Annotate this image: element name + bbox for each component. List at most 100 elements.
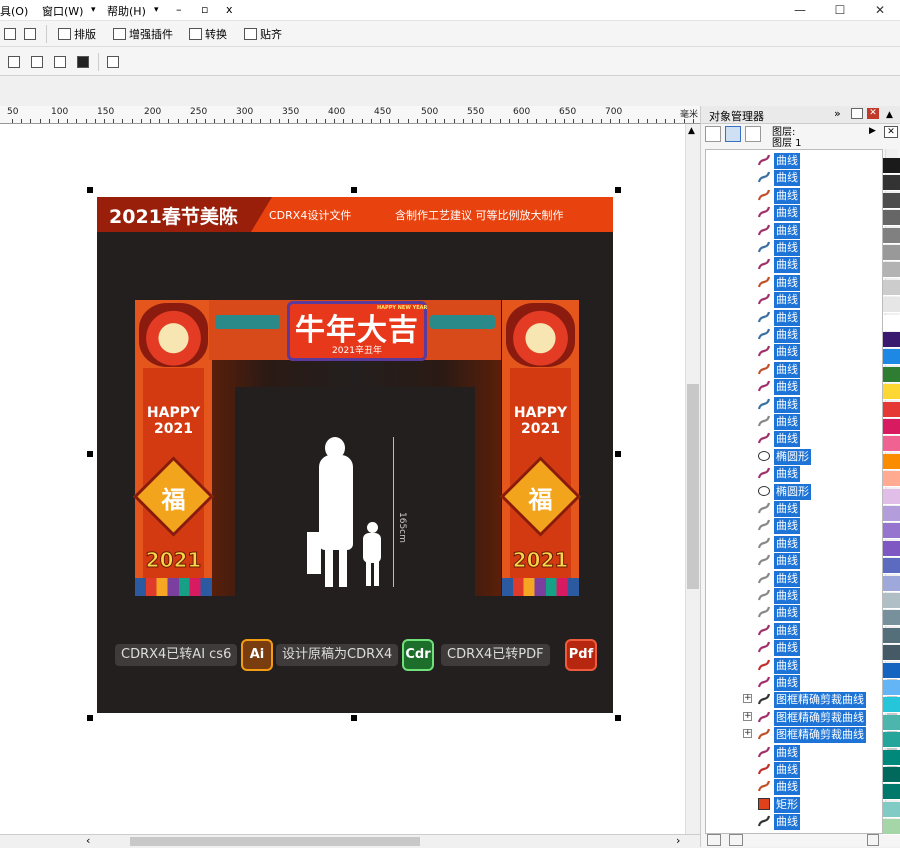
zoom-icon[interactable] bbox=[4, 25, 16, 43]
color-swatch[interactable] bbox=[883, 680, 900, 696]
layer-manager-icon[interactable] bbox=[745, 126, 761, 142]
color-swatch[interactable] bbox=[883, 471, 900, 488]
scroll-up-icon[interactable]: ▲ bbox=[688, 126, 695, 136]
object-row[interactable]: 曲线 bbox=[706, 674, 882, 691]
object-row[interactable]: + 图框精确剪裁曲线 bbox=[706, 726, 882, 744]
new-layer-icon[interactable] bbox=[707, 834, 721, 846]
color-palette[interactable] bbox=[883, 140, 900, 847]
menu-tools[interactable]: 具(O) bbox=[0, 3, 28, 19]
object-row[interactable]: 曲线 bbox=[706, 361, 882, 378]
expand-icon[interactable]: + bbox=[743, 729, 752, 739]
weld-icon[interactable] bbox=[8, 53, 20, 71]
color-swatch[interactable] bbox=[883, 732, 900, 749]
trim-icon[interactable] bbox=[31, 53, 43, 71]
menu-window-arrow[interactable]: ▾ bbox=[91, 5, 96, 15]
docker-minimize-icon[interactable] bbox=[851, 108, 863, 119]
selection-handle[interactable] bbox=[615, 715, 621, 721]
object-row[interactable]: 曲线 bbox=[706, 657, 882, 674]
doc-close-button[interactable]: x bbox=[226, 3, 233, 16]
palette-scroll-icon[interactable]: ▲ bbox=[886, 110, 893, 120]
menu-help[interactable]: 帮助(H) bbox=[107, 3, 146, 19]
color-swatch[interactable] bbox=[883, 227, 900, 244]
color-swatch[interactable] bbox=[883, 279, 900, 296]
snap-button[interactable]: 贴齐 bbox=[244, 25, 282, 43]
color-swatch[interactable] bbox=[883, 210, 900, 227]
object-row[interactable]: 曲线 bbox=[706, 570, 882, 587]
color-swatch[interactable] bbox=[883, 767, 900, 783]
color-swatch[interactable] bbox=[883, 366, 900, 383]
object-row[interactable]: 曲线 bbox=[706, 604, 882, 622]
color-swatch[interactable] bbox=[883, 192, 900, 209]
object-row[interactable]: 矩形 bbox=[706, 796, 882, 813]
object-row[interactable]: 曲线 bbox=[706, 256, 882, 274]
color-swatch[interactable] bbox=[883, 627, 900, 644]
selection-handle[interactable] bbox=[87, 715, 93, 721]
color-swatch[interactable] bbox=[883, 801, 900, 818]
selection-handle[interactable] bbox=[615, 451, 621, 457]
object-row[interactable]: 曲线 bbox=[706, 813, 882, 831]
object-row[interactable]: 椭圆形 bbox=[706, 448, 882, 465]
object-row[interactable]: 曲线 bbox=[706, 552, 882, 570]
object-row[interactable]: 曲线 bbox=[706, 152, 882, 169]
color-swatch[interactable] bbox=[883, 610, 900, 627]
show-properties-icon[interactable] bbox=[705, 126, 721, 142]
selection-handle[interactable] bbox=[615, 187, 621, 193]
selection-handle[interactable] bbox=[87, 451, 93, 457]
object-row[interactable]: 曲线 bbox=[706, 622, 882, 639]
color-swatch[interactable] bbox=[883, 749, 900, 766]
color-swatch[interactable] bbox=[883, 523, 900, 540]
trash-icon[interactable] bbox=[867, 834, 879, 846]
selection-handle[interactable] bbox=[351, 715, 357, 721]
menu-window[interactable]: 窗口(W) bbox=[42, 3, 83, 19]
object-row[interactable]: 曲线 bbox=[706, 639, 882, 657]
color-swatch[interactable] bbox=[883, 540, 900, 557]
scroll-right-icon[interactable]: › bbox=[676, 834, 680, 847]
object-row[interactable]: 曲线 bbox=[706, 222, 882, 239]
vertical-scrollbar[interactable]: ▲ bbox=[685, 124, 701, 834]
color-swatch[interactable] bbox=[883, 314, 900, 331]
no-color-swatch-icon[interactable]: ✕ bbox=[884, 126, 898, 138]
object-row[interactable]: 曲线 bbox=[706, 587, 882, 604]
color-swatch[interactable] bbox=[883, 697, 900, 714]
object-row[interactable]: 曲线 bbox=[706, 500, 882, 517]
color-swatch[interactable] bbox=[883, 558, 900, 575]
docker-expand-icon[interactable]: » bbox=[834, 107, 841, 120]
new-master-layer-icon[interactable] bbox=[729, 834, 743, 846]
zoom-page-icon[interactable] bbox=[24, 25, 36, 43]
color-swatch[interactable] bbox=[883, 262, 900, 279]
color-swatch[interactable] bbox=[883, 245, 900, 261]
object-row[interactable]: 曲线 bbox=[706, 744, 882, 761]
expand-icon[interactable]: + bbox=[743, 711, 752, 721]
color-swatch[interactable] bbox=[883, 488, 900, 505]
object-row[interactable]: 曲线 bbox=[706, 326, 882, 343]
object-row[interactable]: 曲线 bbox=[706, 291, 882, 309]
object-row[interactable]: 曲线 bbox=[706, 535, 882, 552]
scroll-left-icon[interactable]: ‹ bbox=[86, 834, 90, 847]
maximize-button[interactable]: ☐ bbox=[820, 0, 860, 20]
color-swatch[interactable] bbox=[883, 401, 900, 418]
object-row[interactable]: 曲线 bbox=[706, 396, 882, 413]
align-icon[interactable] bbox=[107, 53, 119, 71]
object-row[interactable]: + 图框精确剪裁曲线 bbox=[706, 691, 882, 709]
object-row[interactable]: 曲线 bbox=[706, 187, 882, 204]
object-tree[interactable]: 曲线 曲线 曲线 曲线 曲线 曲线 曲线 曲线 曲线 曲线 曲线 曲线 曲线 曲线 曲线 曲线 曲线 椭圆形 曲线椭… bbox=[705, 149, 883, 834]
artwork-board[interactable]: 2021春节美陈 CDRX4设计文件 含制作工艺建议 可等比例放大制作 HAPP… bbox=[97, 197, 613, 713]
scroll-thumb[interactable] bbox=[130, 837, 420, 846]
object-row[interactable]: 曲线 bbox=[706, 778, 882, 796]
object-row[interactable]: 曲线 bbox=[706, 343, 882, 361]
object-row[interactable]: 曲线 bbox=[706, 430, 882, 448]
simplify-icon[interactable] bbox=[77, 53, 89, 71]
color-swatch[interactable] bbox=[883, 593, 900, 609]
minimize-button[interactable]: — bbox=[780, 0, 820, 20]
object-row[interactable]: 曲线 bbox=[706, 378, 882, 396]
color-swatch[interactable] bbox=[883, 819, 900, 836]
color-swatch[interactable] bbox=[883, 436, 900, 453]
color-swatch[interactable] bbox=[883, 506, 900, 522]
color-swatch[interactable] bbox=[883, 784, 900, 801]
doc-restore-button[interactable]: ▫ bbox=[201, 3, 208, 16]
color-swatch[interactable] bbox=[883, 297, 900, 314]
convert-button[interactable]: 转换 bbox=[189, 25, 227, 43]
docker-close-icon[interactable]: ✕ bbox=[867, 108, 879, 119]
color-swatch[interactable] bbox=[883, 419, 900, 435]
color-swatch[interactable] bbox=[883, 158, 900, 174]
